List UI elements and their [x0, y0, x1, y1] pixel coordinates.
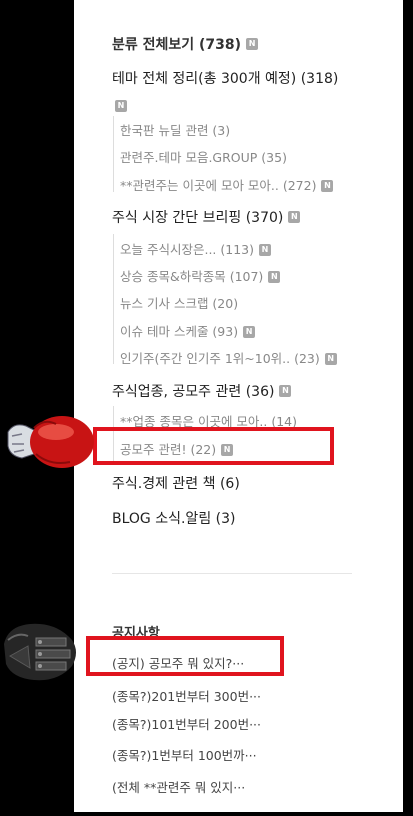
subcategory-label: 한국판 뉴딜 관련 (3)	[120, 123, 231, 138]
category-briefing-label: 주식 시장 간단 브리핑 (370)	[112, 210, 284, 226]
blog-sidebar: 분류 전체보기 (738) N 테마 전체 정리(총 300개 예정) (318)…	[74, 0, 403, 812]
notice-item[interactable]: (전체 **관련주 뭐 있지···	[112, 777, 245, 796]
tree-line	[113, 234, 114, 364]
new-badge: N	[288, 211, 301, 223]
category-theme[interactable]: 테마 전체 정리(총 300개 예정) (318)	[112, 68, 338, 88]
category-all[interactable]: 분류 전체보기 (738) N	[112, 34, 259, 54]
subcategory-item[interactable]: 인기주(주간 인기주 1위~10위.. (23) N	[120, 348, 337, 367]
tree-line	[113, 116, 114, 192]
subcategory-item[interactable]: 뉴스 기사 스크랩 (20)	[120, 293, 238, 312]
subcategory-label: 인기주(주간 인기주 1위~10위.. (23)	[120, 351, 320, 366]
category-theme-label: 테마 전체 정리(총 300개 예정) (318)	[112, 71, 339, 87]
notice-label: (종목?)101번부터 200번···	[112, 717, 261, 732]
category-ipo[interactable]: 주식업종, 공모주 관련 (36) N	[112, 381, 292, 401]
subcategory-item[interactable]: 한국판 뉴딜 관련 (3)	[120, 120, 230, 139]
armored-fist-icon	[4, 623, 76, 681]
new-badge: N	[243, 325, 256, 338]
notice-item[interactable]: (종목?)201번부터 300번···	[112, 686, 261, 705]
category-blog[interactable]: BLOG 소식.알림 (3)	[112, 508, 235, 528]
subcategory-item[interactable]: 상승 종목&하락종목 (107) N	[120, 266, 281, 285]
subcategory-label: 뉴스 기사 스크랩 (20)	[120, 296, 239, 311]
notice-item[interactable]: (종목?)1번부터 100번까···	[112, 745, 257, 764]
subcategory-label: 관련주.테마 모음.GROUP (35)	[120, 150, 287, 165]
category-all-label: 분류 전체보기 (738)	[112, 37, 242, 53]
notice-item[interactable]: (종목?)101번부터 200번···	[112, 714, 261, 733]
notice-label: (종목?)201번부터 300번···	[112, 689, 261, 704]
highlight-box-notice	[86, 636, 284, 676]
boxing-glove-icon	[7, 416, 94, 468]
new-badge: N	[258, 243, 271, 256]
category-briefing[interactable]: 주식 시장 간단 브리핑 (370) N	[112, 207, 301, 227]
new-badge: N	[279, 385, 292, 397]
category-ipo-label: 주식업종, 공모주 관련 (36)	[112, 384, 275, 400]
notice-label: (전체 **관련주 뭐 있지···	[112, 780, 246, 795]
subcategory-item[interactable]: **관련주는 이곳에 모아 모아.. (272) N	[120, 175, 334, 194]
subcategory-label: 상승 종목&하락종목 (107)	[120, 269, 264, 284]
subcategory-label: 오늘 주식시장은... (113)	[120, 242, 254, 257]
category-blog-label: BLOG 소식.알림 (3)	[112, 511, 236, 527]
new-badge: N	[268, 270, 281, 283]
subcategory-item[interactable]: 이슈 테마 스케줄 (93) N	[120, 321, 256, 340]
subcategory-item[interactable]: 관련주.테마 모음.GROUP (35)	[120, 147, 287, 166]
notice-label: (종목?)1번부터 100번까···	[112, 748, 257, 763]
new-badge: N	[324, 352, 337, 365]
new-badge: N	[115, 99, 127, 112]
highlight-box-ipo	[93, 427, 334, 465]
subcategory-label: **관련주는 이곳에 모아 모아.. (272)	[120, 178, 317, 193]
new-badge: N	[246, 38, 259, 50]
subcategory-label: 이슈 테마 스케줄 (93)	[120, 324, 239, 339]
new-badge: N	[321, 179, 334, 192]
category-books[interactable]: 주식.경제 관련 책 (6)	[112, 473, 240, 493]
section-divider	[112, 573, 352, 574]
category-books-label: 주식.경제 관련 책 (6)	[112, 476, 240, 492]
subcategory-item[interactable]: 오늘 주식시장은... (113) N	[120, 239, 271, 258]
